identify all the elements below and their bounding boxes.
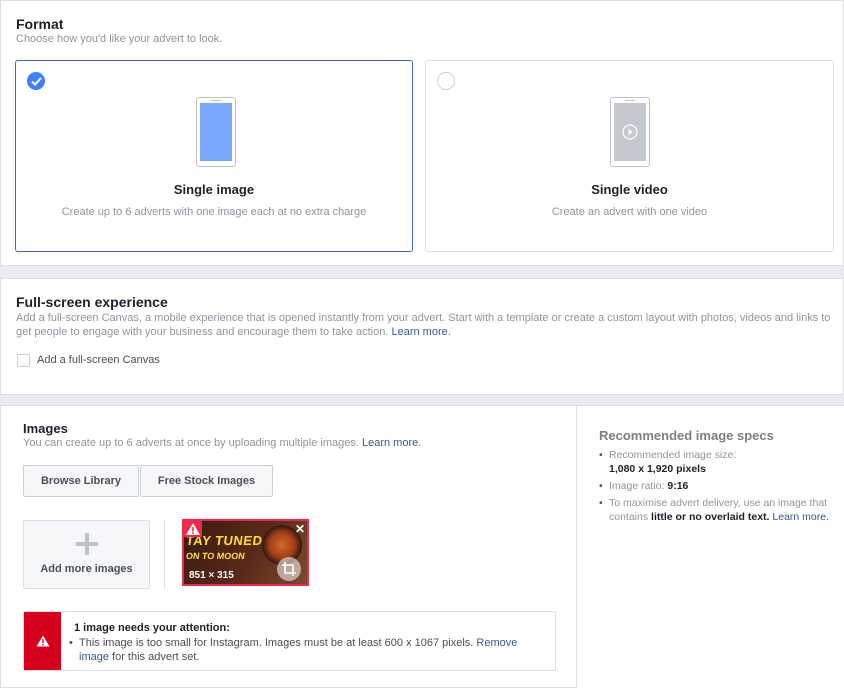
play-icon	[622, 124, 638, 140]
specs-title: Recommended image specs	[599, 428, 774, 443]
alert-body: This image is too small for Instagram. I…	[69, 636, 549, 664]
fullscreen-title: Full-screen experience	[16, 294, 168, 310]
single-image-card[interactable]: Single image Create up to 6 adverts with…	[15, 60, 413, 252]
format-subtitle: Choose how you'd like your advert to loo…	[16, 33, 223, 45]
thumbnail-text-line2: ON TO MOON	[185, 551, 246, 561]
images-title: Images	[23, 421, 68, 436]
spec-size: Recommended image size: 1,080 x 1,920 pi…	[599, 448, 844, 476]
canvas-checkbox-label[interactable]: Add a full-screen Canvas	[37, 354, 160, 366]
fullscreen-learn-more-link[interactable]: Learn more.	[391, 326, 450, 338]
format-section: Format Choose how you'd like your advert…	[0, 0, 844, 266]
remove-image-icon[interactable]: ✕	[295, 522, 305, 536]
free-stock-images-button[interactable]: Free Stock Images	[140, 465, 273, 497]
alert-body-text: This image is too small for Instagram. I…	[79, 637, 474, 649]
single-image-radio[interactable]	[27, 72, 45, 90]
browse-library-button[interactable]: Browse Library	[23, 465, 139, 497]
spec-ratio-label: Image ratio:	[609, 480, 665, 492]
add-more-images-label: Add more images	[40, 563, 133, 575]
images-section: Images You can create up to 6 adverts at…	[0, 405, 578, 688]
image-dimensions: 851 × 315	[189, 570, 234, 581]
single-video-desc: Create an advert with one video	[551, 206, 708, 218]
images-learn-more-link[interactable]: Learn more.	[362, 437, 421, 449]
single-video-card[interactable]: Single video Create an advert with one v…	[425, 60, 834, 252]
check-icon	[31, 77, 42, 86]
single-video-radio[interactable]	[437, 72, 455, 90]
spec-ratio: Image ratio: 9:16	[599, 479, 844, 493]
divider	[164, 520, 165, 589]
alert-warning-icon	[24, 612, 61, 670]
specs-list: Recommended image size: 1,080 x 1,920 pi…	[599, 448, 844, 527]
fullscreen-section: Full-screen experience Add a full-screen…	[0, 278, 844, 395]
alert-title: 1 image needs your attention:	[74, 622, 230, 634]
add-more-images-button[interactable]: Add more images	[23, 520, 150, 589]
spec-size-label: Recommended image size:	[609, 449, 737, 461]
phone-video-icon	[610, 97, 650, 167]
spec-size-value: 1,080 x 1,920 pixels	[609, 463, 706, 475]
image-specs-panel: Recommended image specs Recommended imag…	[576, 405, 844, 688]
single-video-title: Single video	[591, 182, 668, 197]
plus-icon	[76, 533, 98, 555]
warning-icon	[184, 521, 202, 537]
canvas-checkbox[interactable]	[17, 354, 30, 367]
fullscreen-desc: Add a full-screen Canvas, a mobile exper…	[16, 311, 841, 339]
format-title: Format	[16, 16, 64, 32]
crop-icon[interactable]	[277, 557, 301, 581]
single-image-title: Single image	[173, 182, 255, 197]
spec-ratio-value: 9:16	[667, 480, 689, 492]
spec-delivery: To maximise advert delivery, use an imag…	[599, 496, 844, 524]
spec-delivery-bold: little or no overlaid text.	[651, 511, 770, 523]
images-subtitle: You can create up to 6 adverts at once b…	[23, 437, 421, 449]
alert-body-suffix: for this advert set.	[112, 651, 200, 663]
single-image-desc: Create up to 6 adverts with one image ea…	[61, 206, 367, 218]
images-subtitle-text: You can create up to 6 adverts at once b…	[23, 437, 359, 449]
phone-image-icon	[196, 97, 236, 167]
image-attention-alert: 1 image needs your attention: This image…	[23, 611, 556, 671]
specs-learn-more-link[interactable]: Learn more.	[772, 511, 829, 523]
image-thumbnail[interactable]: TAY TUNED ON TO MOON ✕ 851 × 315	[182, 519, 309, 586]
